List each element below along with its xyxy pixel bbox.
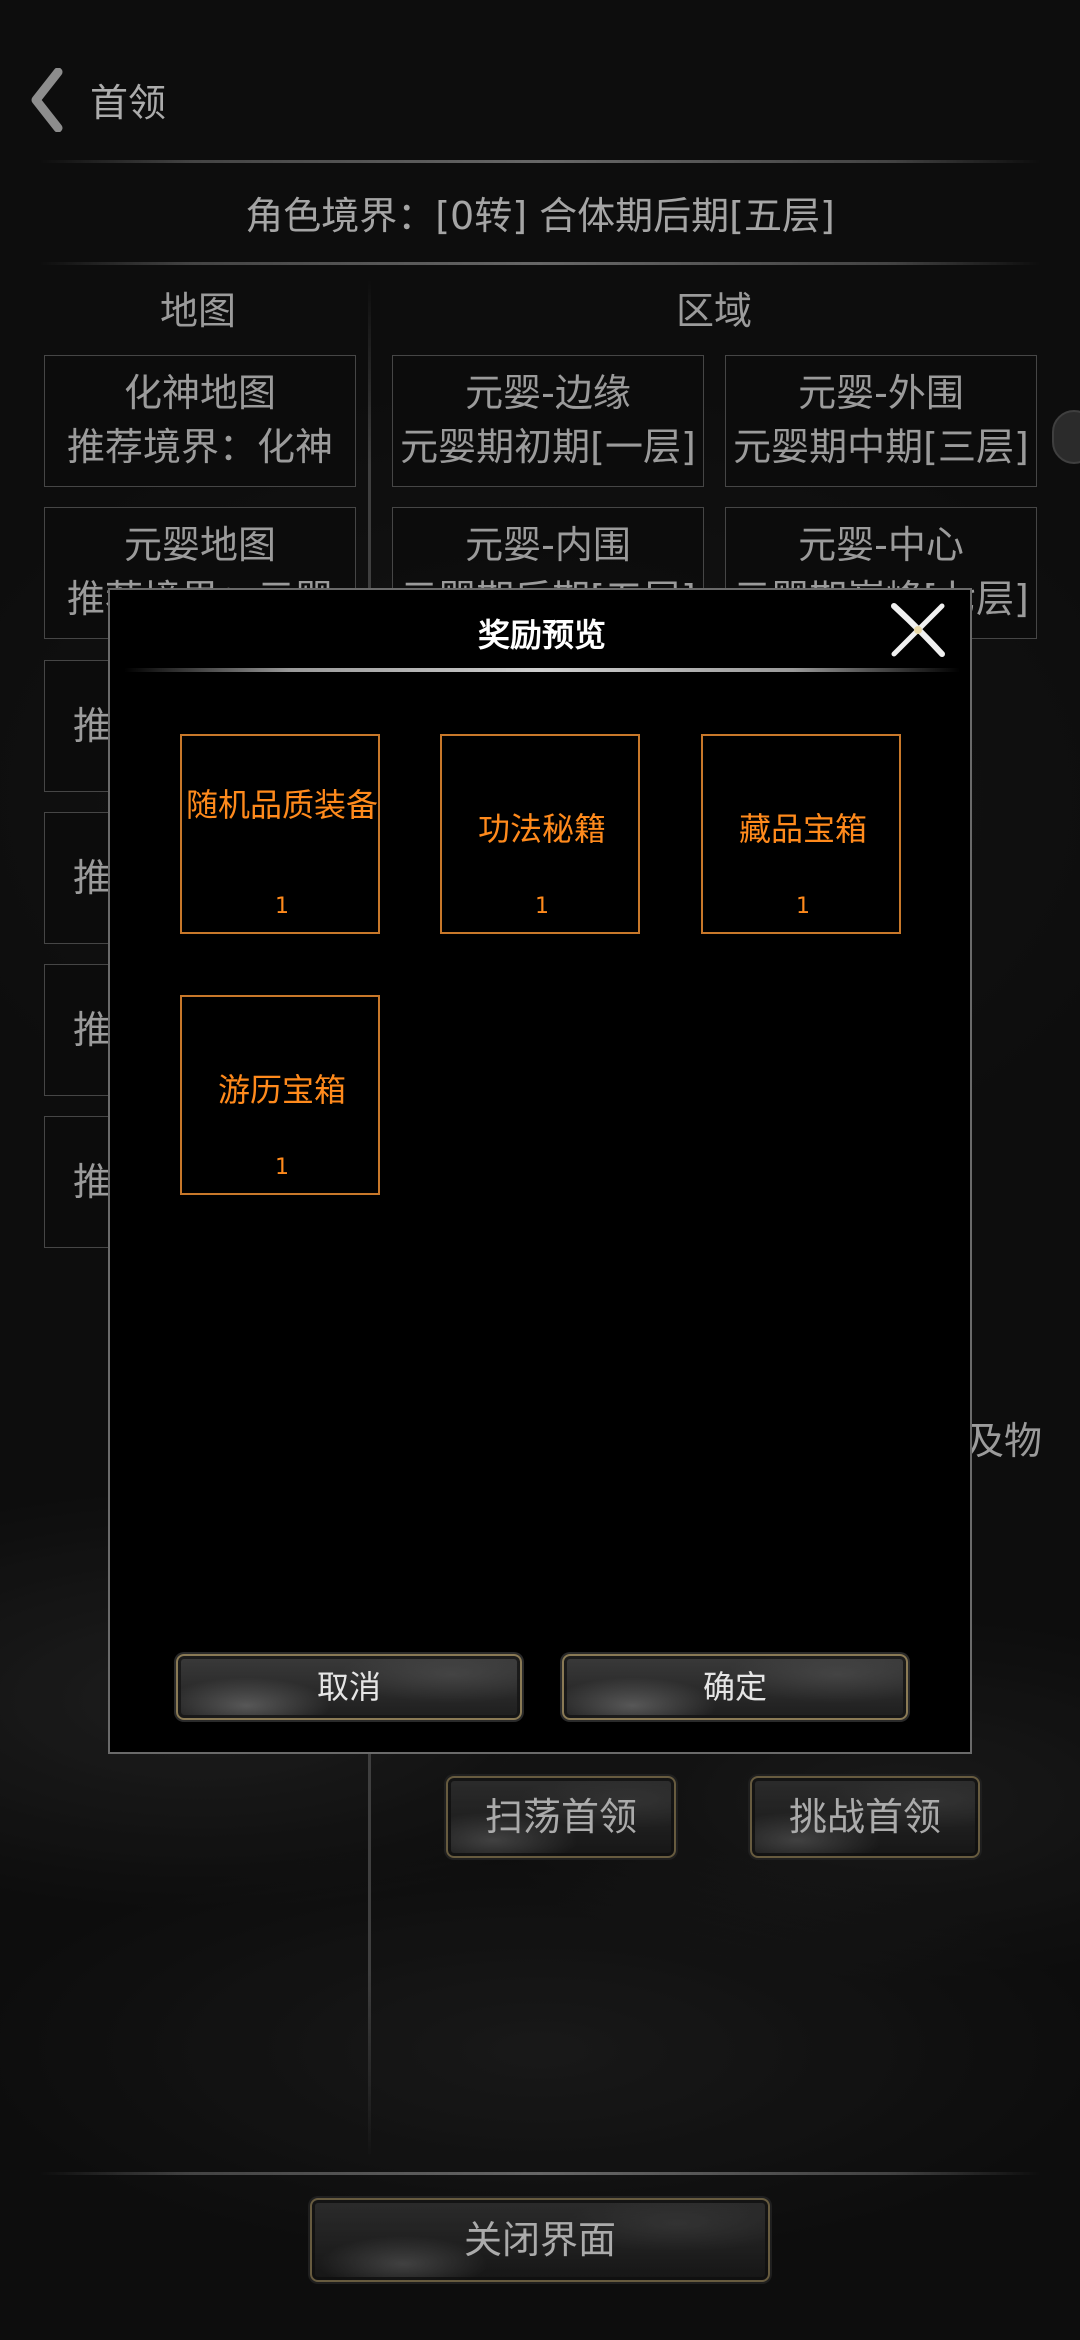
reward-preview-dialog: 奖励预览 随机品质装备 1 功法秘籍 1 藏品宝箱 1 游历宝箱 1 取消 确定 [108, 588, 972, 1754]
confirm-button[interactable]: 确定 [562, 1654, 908, 1720]
close-button[interactable] [888, 600, 948, 660]
reward-name: 随机品质装备 [185, 786, 378, 824]
dialog-title: 奖励预览 [477, 616, 606, 654]
reward-item[interactable]: 游历宝箱 1 [180, 995, 380, 1195]
reward-count: 1 [796, 894, 810, 919]
reward-name: 藏品宝箱 [738, 810, 867, 848]
reward-item[interactable]: 随机品质装备 1 [180, 734, 380, 934]
close-icon [891, 603, 945, 657]
reward-item[interactable]: 功法秘籍 1 [440, 734, 640, 934]
reward-count: 1 [275, 1155, 289, 1180]
reward-name: 游历宝箱 [217, 1071, 346, 1109]
reward-name: 功法秘籍 [477, 810, 606, 848]
dialog-divider [124, 668, 960, 672]
cancel-button[interactable]: 取消 [176, 1654, 522, 1720]
reward-item[interactable]: 藏品宝箱 1 [701, 734, 901, 934]
reward-count: 1 [275, 894, 289, 919]
reward-count: 1 [535, 894, 549, 919]
